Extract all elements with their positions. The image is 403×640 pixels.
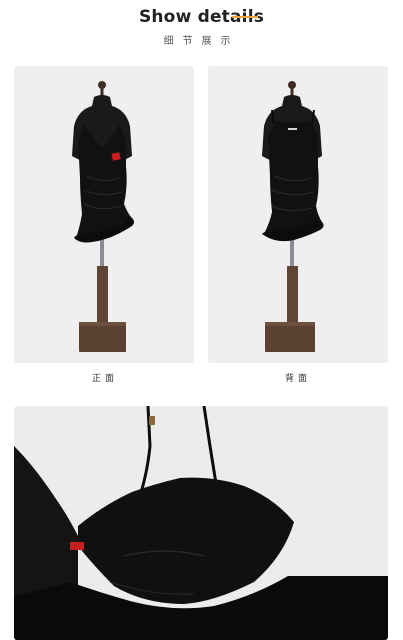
section-subtitle: 细节展示	[163, 36, 240, 47]
mannequin-back-illustration	[262, 81, 324, 352]
caption-back: 背面	[284, 374, 311, 384]
title-accent-line	[232, 16, 258, 18]
photo-closeup-detail	[14, 406, 388, 640]
dress-closeup-illustration	[14, 406, 388, 640]
caption-front: 正面	[91, 374, 118, 384]
photo-front-view	[14, 66, 194, 363]
mannequin-front-illustration	[72, 81, 134, 352]
section-header: Show details 细节展示	[0, 0, 403, 60]
section-title: Show details	[138, 7, 265, 27]
photo-back-view	[208, 66, 388, 363]
